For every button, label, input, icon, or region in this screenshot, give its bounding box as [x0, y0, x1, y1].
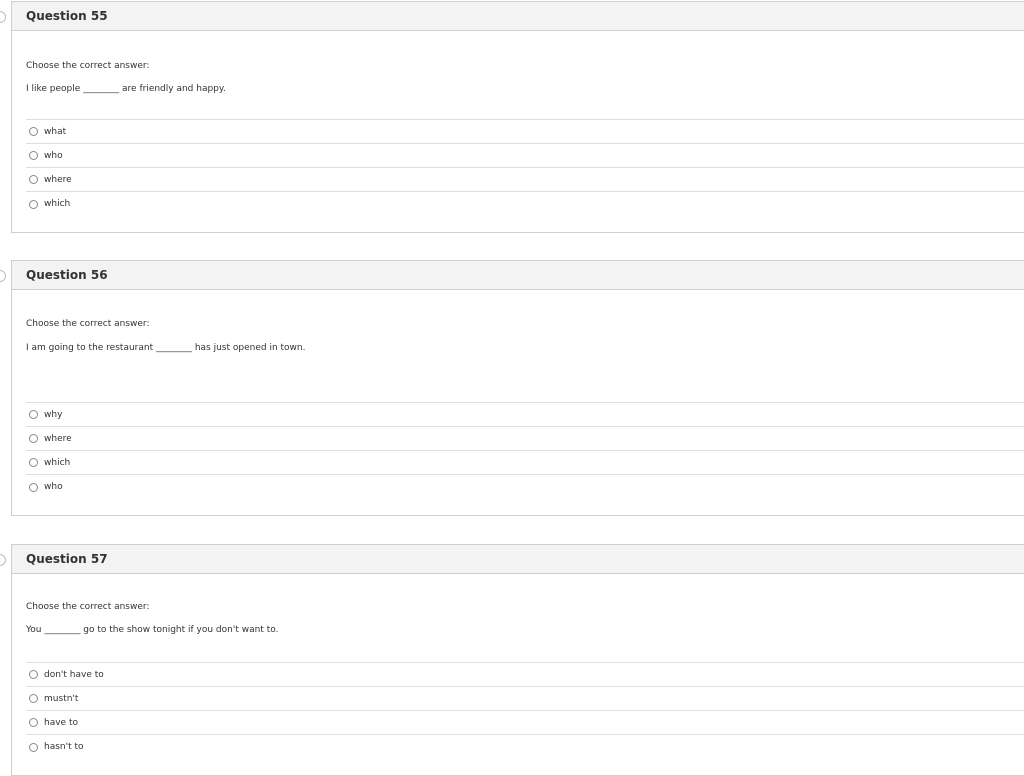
- answer-option-label: which: [44, 457, 71, 468]
- answer-option-label: who: [44, 482, 63, 492]
- answer-option[interactable]: why: [26, 403, 1024, 427]
- answer-option-label: which: [44, 199, 71, 209]
- question-prompt: I like people ________ are friendly and …: [26, 84, 226, 94]
- answer-option-label: hasn't to: [44, 742, 84, 752]
- question-card-55: Question 55 Choose the correct answer: I…: [0, 1, 1024, 233]
- flag-question-icon[interactable]: [0, 554, 6, 566]
- answer-option-label: what: [44, 126, 67, 137]
- radio-icon[interactable]: [29, 458, 38, 467]
- radio-icon[interactable]: [29, 434, 38, 443]
- question-instruction: Choose the correct answer:: [26, 319, 150, 329]
- answer-options: don't have to mustn't have to hasn't to: [26, 662, 1024, 759]
- radio-icon[interactable]: [29, 199, 38, 209]
- answer-option[interactable]: which: [26, 192, 1024, 216]
- answer-options: what who where which: [26, 119, 1024, 216]
- answer-option-label: have to: [44, 717, 78, 728]
- answer-option[interactable]: which: [26, 451, 1024, 475]
- radio-icon[interactable]: [29, 718, 38, 727]
- radio-icon[interactable]: [29, 670, 38, 679]
- answer-option[interactable]: have to: [26, 711, 1024, 735]
- answer-option-label: where: [44, 174, 72, 185]
- answer-option-label: why: [44, 409, 63, 420]
- answer-option[interactable]: what: [26, 120, 1024, 144]
- radio-icon[interactable]: [29, 742, 38, 752]
- question-title: Question 55: [12, 2, 1024, 31]
- question-title: Question 57: [12, 545, 1024, 574]
- radio-icon[interactable]: [29, 127, 38, 136]
- radio-icon[interactable]: [29, 410, 38, 419]
- radio-icon[interactable]: [29, 151, 38, 160]
- answer-option-label: don't have to: [44, 669, 104, 680]
- answer-option[interactable]: who: [26, 144, 1024, 168]
- question-prompt: You ________ go to the show tonight if y…: [26, 625, 279, 635]
- answer-option-label: who: [44, 150, 63, 161]
- question-card-57: Question 57 Choose the correct answer: Y…: [0, 544, 1024, 776]
- question-title: Question 56: [12, 261, 1024, 290]
- answer-option[interactable]: mustn't: [26, 687, 1024, 711]
- radio-icon[interactable]: [29, 482, 38, 492]
- answer-option[interactable]: where: [26, 168, 1024, 192]
- flag-question-icon[interactable]: [0, 270, 6, 282]
- radio-icon[interactable]: [29, 694, 38, 703]
- answer-options: why where which who: [26, 402, 1024, 499]
- flag-question-icon[interactable]: [0, 11, 6, 23]
- answer-option[interactable]: who: [26, 475, 1024, 499]
- question-card-56: Question 56 Choose the correct answer: I…: [0, 260, 1024, 516]
- answer-option[interactable]: hasn't to: [26, 735, 1024, 759]
- answer-option[interactable]: where: [26, 427, 1024, 451]
- question-instruction: Choose the correct answer:: [26, 602, 150, 612]
- answer-option-label: mustn't: [44, 693, 79, 704]
- question-prompt: I am going to the restaurant ________ ha…: [26, 343, 306, 353]
- radio-icon[interactable]: [29, 175, 38, 184]
- answer-option[interactable]: don't have to: [26, 663, 1024, 687]
- answer-option-label: where: [44, 433, 72, 444]
- question-instruction: Choose the correct answer:: [26, 61, 150, 71]
